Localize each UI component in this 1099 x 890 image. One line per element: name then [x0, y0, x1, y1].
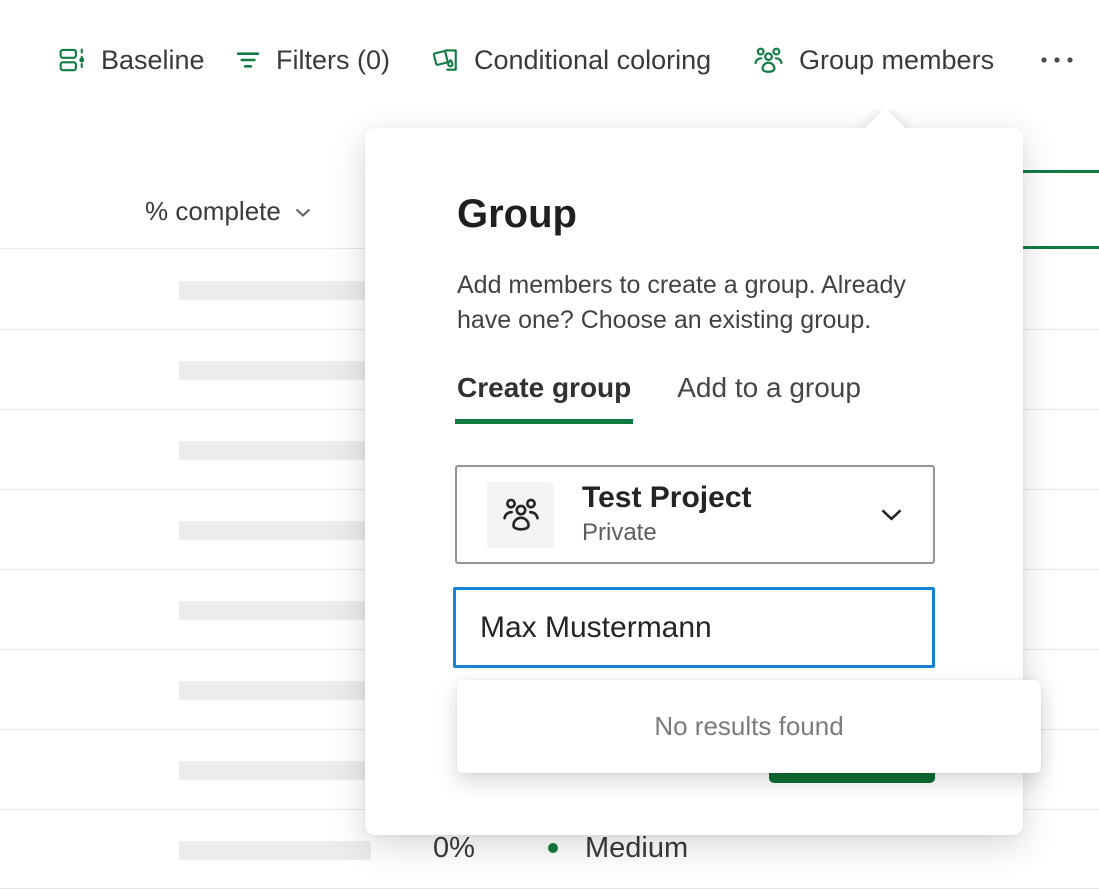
- conditional-coloring-button[interactable]: Conditional coloring: [430, 40, 711, 80]
- group-select-dropdown[interactable]: Test Project Private: [455, 465, 935, 564]
- filters-button[interactable]: Filters (0): [234, 40, 390, 80]
- table-row-line: [0, 888, 1099, 889]
- group-avatar: [487, 482, 554, 548]
- baseline-label: Baseline: [101, 45, 205, 76]
- skeleton-bar: [179, 601, 371, 620]
- popup-tabs: Create group Add to a group: [455, 372, 863, 424]
- group-members-label: Group members: [799, 45, 994, 76]
- column-header-label: % complete: [145, 196, 281, 227]
- member-search-input[interactable]: [453, 587, 935, 668]
- skeleton-bar: [179, 361, 371, 380]
- more-options-button[interactable]: [1034, 46, 1080, 74]
- more-ellipsis-icon: [1037, 53, 1077, 67]
- people-group-icon: [500, 494, 542, 536]
- skeleton-bar: [179, 521, 371, 540]
- group-name: Test Project: [582, 481, 752, 515]
- group-members-button[interactable]: Group members: [752, 40, 994, 80]
- chevron-down-icon: [876, 499, 907, 530]
- tab-create-group[interactable]: Create group: [455, 372, 633, 424]
- people-group-icon: [752, 44, 785, 77]
- skeleton-bar: [179, 681, 371, 700]
- color-fill-icon: [430, 45, 460, 75]
- selected-column-top-border: [1023, 170, 1099, 173]
- skeleton-bar: [179, 441, 371, 460]
- popup-callout-beak: [843, 110, 927, 128]
- group-privacy: Private: [582, 518, 752, 548]
- filter-icon: [234, 46, 262, 74]
- column-header-percent-complete[interactable]: % complete: [145, 196, 315, 227]
- popup-description: Add members to create a group. Already h…: [457, 268, 962, 338]
- popup-title: Group: [457, 192, 577, 237]
- group-dropdown-text: Test Project Private: [582, 481, 752, 548]
- conditional-coloring-label: Conditional coloring: [474, 45, 711, 76]
- no-results-message: No results found: [654, 711, 843, 742]
- filters-label: Filters (0): [276, 45, 390, 76]
- skeleton-bar: [179, 761, 371, 780]
- priority-dot-icon: [548, 843, 558, 853]
- chevron-down-icon: [291, 200, 315, 224]
- tab-add-to-group[interactable]: Add to a group: [675, 372, 863, 424]
- percent-complete-cell: 0%: [433, 832, 475, 865]
- skeleton-bar: [179, 841, 371, 860]
- search-results-dropdown: No results found: [457, 680, 1041, 773]
- baseline-button[interactable]: Baseline: [57, 40, 205, 80]
- priority-cell: Medium: [585, 832, 688, 865]
- selected-column-bottom-border: [1023, 246, 1099, 249]
- baseline-icon: [57, 45, 87, 75]
- skeleton-bar: [179, 281, 371, 300]
